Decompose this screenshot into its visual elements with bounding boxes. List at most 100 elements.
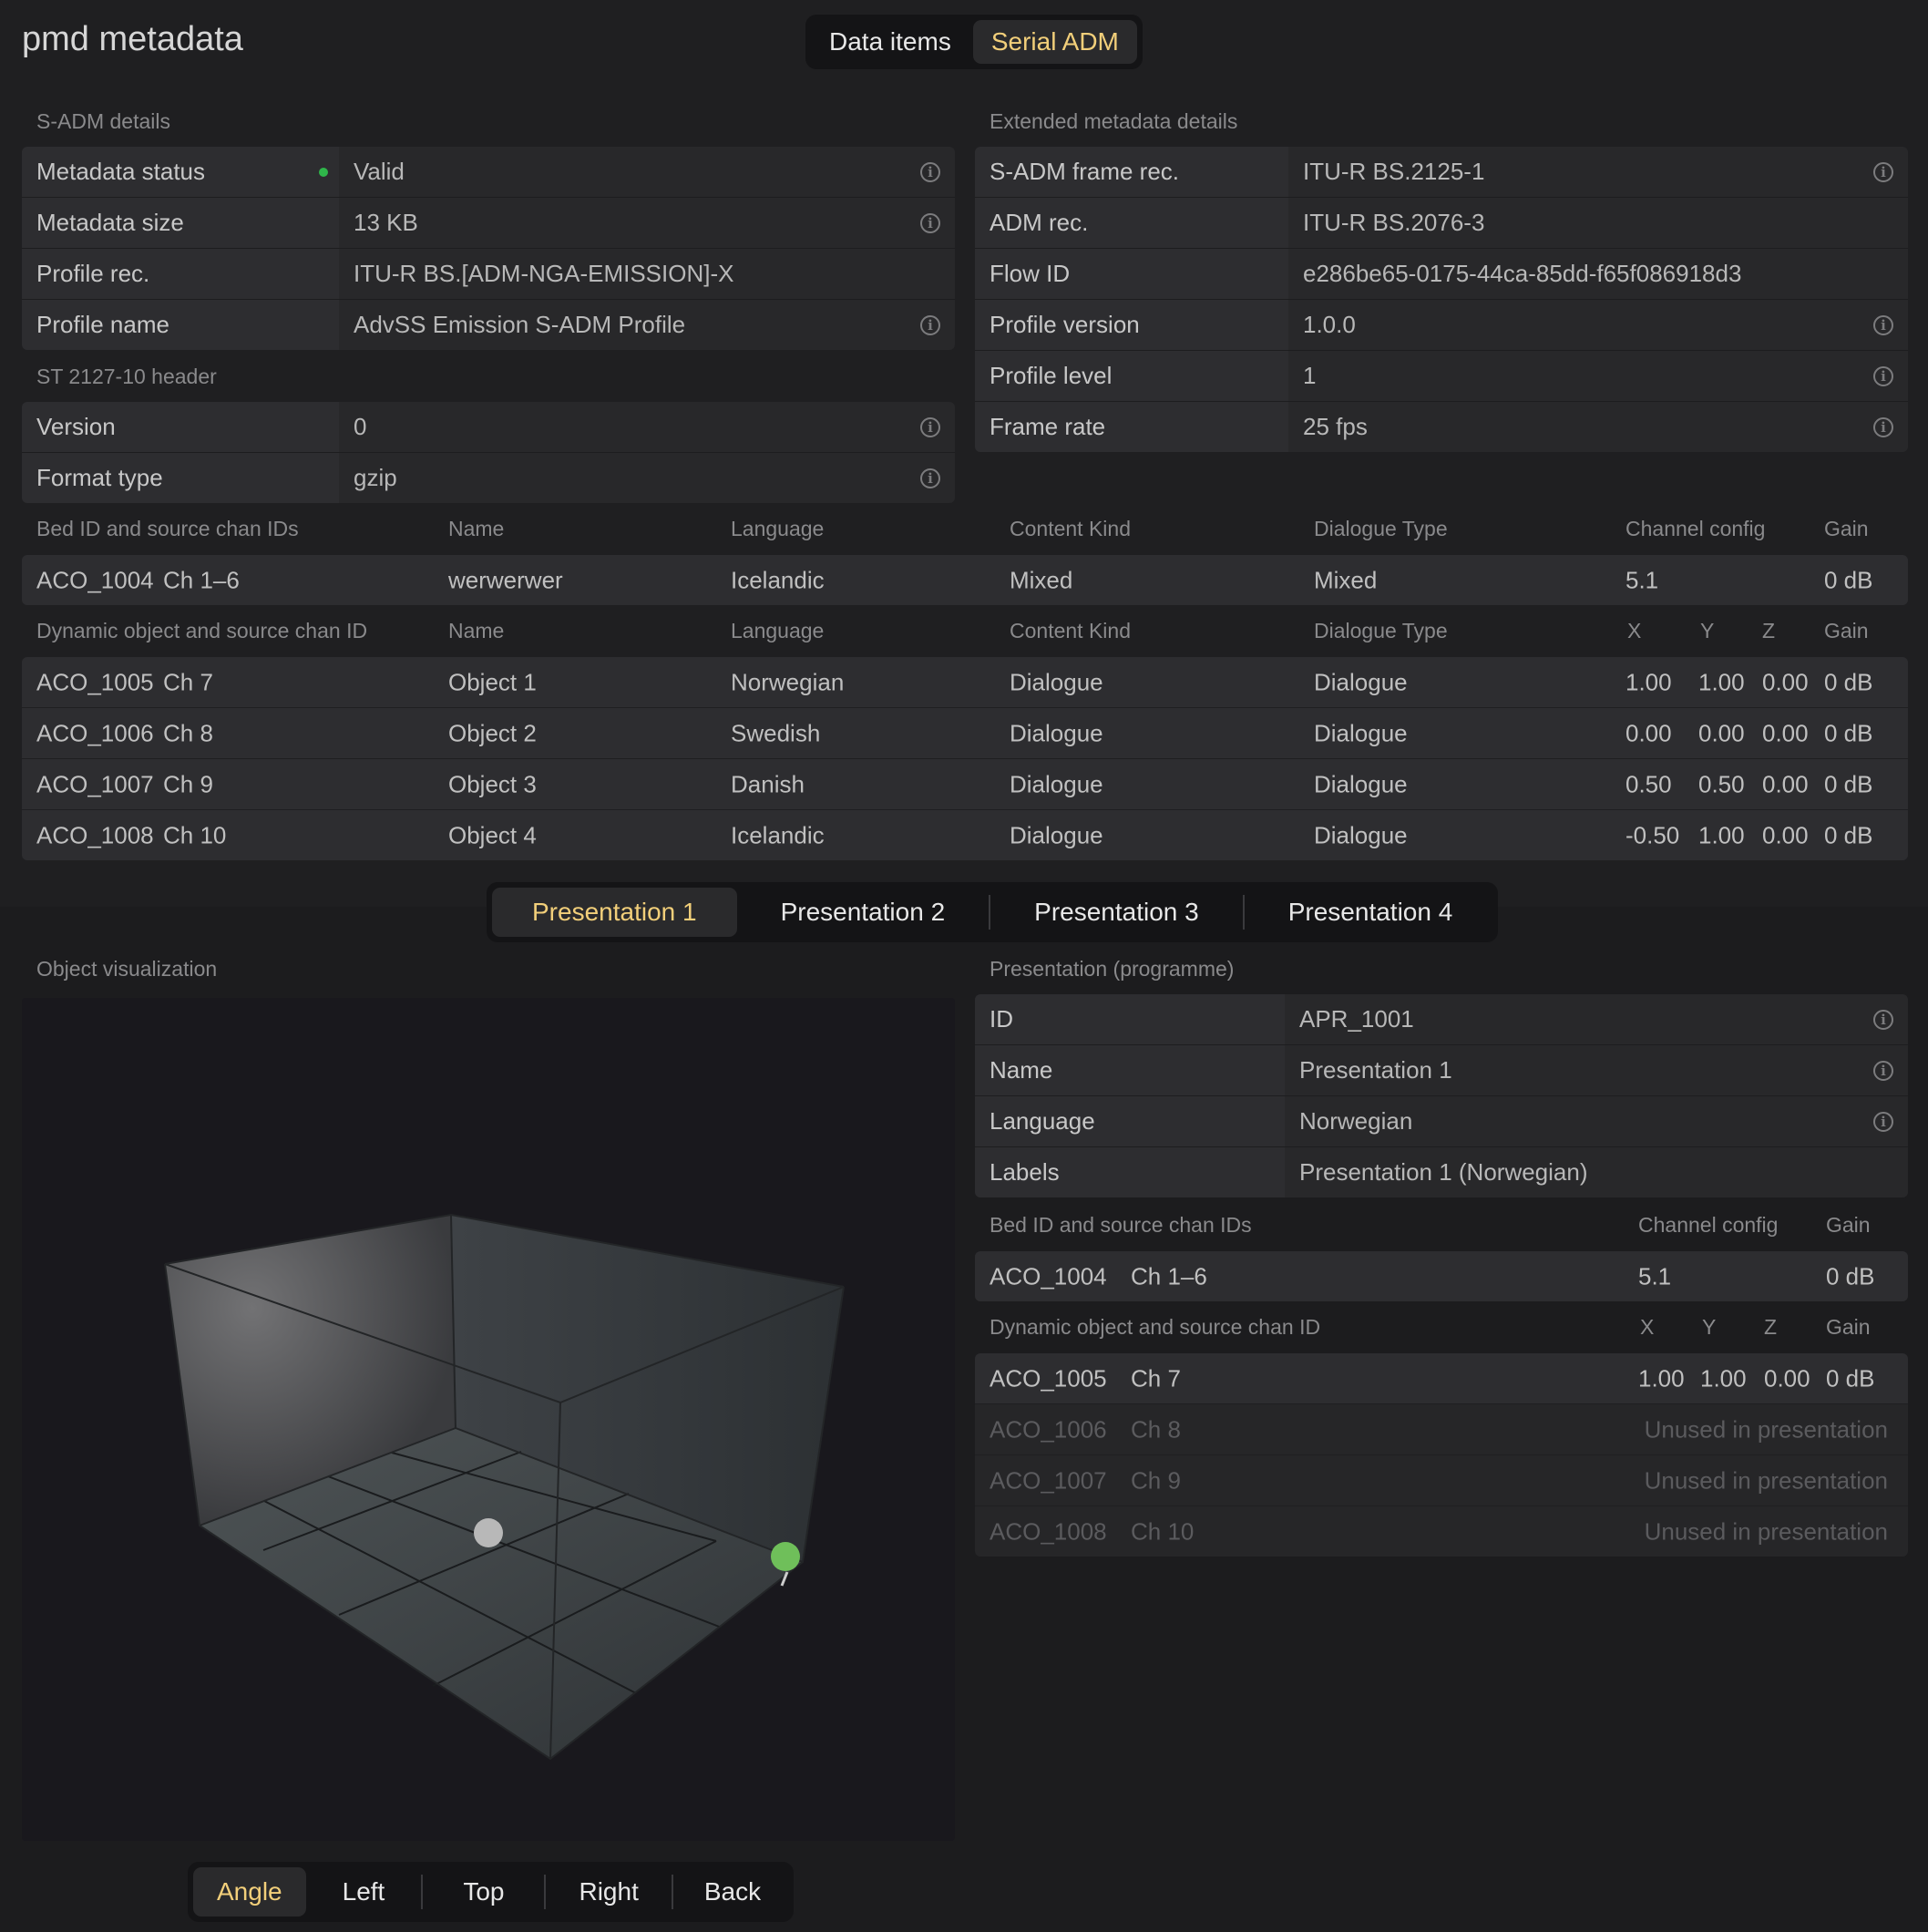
col-language: Language [731, 517, 825, 540]
tab-presentation-3[interactable]: Presentation 3 [994, 888, 1239, 937]
col-gain: Gain [1824, 517, 1869, 540]
info-icon[interactable]: i [920, 416, 940, 437]
row-value: Norwegian [1299, 1107, 1413, 1135]
object-language: Danish [731, 770, 805, 797]
object-marker-inactive[interactable] [474, 1518, 503, 1547]
app-title: pmd metadata [22, 20, 243, 58]
table-row[interactable]: ACO_1005 Ch 7 1.00 1.00 0.00 0 dB [975, 1353, 1908, 1404]
row-key: Flow ID [990, 260, 1071, 287]
row-value: 1 [1303, 362, 1317, 389]
info-icon[interactable]: i [1873, 314, 1893, 335]
table-row[interactable]: ACO_1004 Ch 1–6 werwerwer Icelandic Mixe… [22, 555, 1908, 605]
col-bed-id: Bed ID and source chan IDs [990, 1213, 1252, 1237]
table-row[interactable]: ACO_1008 Ch 10 Unused in presentation [975, 1506, 1908, 1557]
table-row[interactable]: ACO_1007 Ch 9 Object 3 Danish Dialogue D… [22, 759, 1908, 810]
source-channel: Ch 8 [1131, 1415, 1181, 1443]
room-3d-view [164, 1214, 845, 1761]
col-channel-config: Channel config [1638, 1213, 1779, 1237]
source-channel: Ch 10 [163, 821, 227, 848]
col-gain: Gain [1826, 1315, 1871, 1339]
info-icon[interactable]: i [1873, 416, 1893, 437]
ext-row-flow-id: Flow ID e286be65-0175-44ca-85dd-f65f0869… [975, 249, 1908, 300]
object-table: ACO_1005 Ch 7 Object 1 Norwegian Dialogu… [22, 657, 1908, 860]
row-value: ITU-R BS.2125-1 [1303, 158, 1485, 185]
object-y: 1.00 [1698, 821, 1745, 848]
object-table-header: Dynamic object and source chan ID Name L… [22, 619, 1908, 646]
pres-object-table: ACO_1005 Ch 7 1.00 1.00 0.00 0 dB ACO_10… [975, 1353, 1908, 1557]
info-icon[interactable]: i [1873, 1009, 1893, 1030]
ext-row-profile-level: Profile level 1 i [975, 351, 1908, 402]
unused-status: Unused in presentation [1644, 1415, 1888, 1443]
col-name: Name [448, 619, 505, 642]
bed-id: ACO_1004 [990, 1262, 1107, 1290]
table-row[interactable]: ACO_1006 Ch 8 Unused in presentation [975, 1404, 1908, 1455]
table-row[interactable]: ACO_1005 Ch 7 Object 1 Norwegian Dialogu… [22, 657, 1908, 708]
row-key: Profile version [990, 311, 1140, 338]
table-row[interactable]: ACO_1004 Ch 1–6 5.1 0 dB [975, 1251, 1908, 1301]
object-gain: 0 dB [1824, 821, 1873, 848]
bed-table: ACO_1004 Ch 1–6 werwerwer Icelandic Mixe… [22, 555, 1908, 605]
info-icon[interactable]: i [1873, 161, 1893, 182]
object-y: 1.00 [1698, 668, 1745, 695]
info-icon[interactable]: i [1873, 365, 1893, 386]
tab-divider [544, 1875, 547, 1909]
object-y: 0.00 [1698, 719, 1745, 746]
object-marker-active[interactable] [771, 1542, 800, 1571]
view-right-button[interactable]: Right [549, 1867, 667, 1917]
source-channels: Ch 1–6 [163, 566, 240, 593]
info-icon[interactable]: i [920, 161, 940, 182]
table-row[interactable]: ACO_1008 Ch 10 Object 4 Icelandic Dialog… [22, 810, 1908, 860]
object-x: -0.50 [1625, 821, 1680, 848]
object-x: 0.50 [1625, 770, 1672, 797]
tab-presentation-4[interactable]: Presentation 4 [1248, 888, 1493, 937]
info-icon[interactable]: i [1873, 1060, 1893, 1081]
tab-presentation-1[interactable]: Presentation 1 [492, 888, 737, 937]
object-id: ACO_1006 [990, 1415, 1107, 1443]
object-content-kind: Dialogue [1010, 719, 1103, 746]
sadm-details-label: S-ADM details [36, 109, 170, 133]
col-dialogue-type: Dialogue Type [1314, 517, 1448, 540]
bed-channel-config: 5.1 [1638, 1262, 1672, 1290]
row-key: S-ADM frame rec. [990, 158, 1180, 185]
bed-id: ACO_1004 [36, 566, 154, 593]
tab-serial-adm[interactable]: Serial ADM [972, 20, 1137, 64]
col-name: Name [448, 517, 505, 540]
view-angle-button[interactable]: Angle [193, 1867, 306, 1917]
table-row[interactable]: ACO_1007 Ch 9 Unused in presentation [975, 1455, 1908, 1506]
bed-gain: 0 dB [1826, 1262, 1875, 1290]
view-back-button[interactable]: Back [677, 1867, 788, 1917]
row-value: APR_1001 [1299, 1005, 1414, 1033]
row-key: Frame rate [990, 413, 1106, 440]
ext-row-adm-rec: ADM rec. ITU-R BS.2076-3 [975, 198, 1908, 249]
info-icon[interactable]: i [920, 212, 940, 233]
object-x: 0.00 [1625, 719, 1672, 746]
object-name: Object 2 [448, 719, 537, 746]
row-value: 13 KB [354, 209, 418, 236]
tab-data-items[interactable]: Data items [811, 20, 969, 64]
info-icon[interactable]: i [920, 314, 940, 335]
col-y: Y [1700, 619, 1715, 642]
view-left-button[interactable]: Left [310, 1867, 418, 1917]
ext-row-frame-rec: S-ADM frame rec. ITU-R BS.2125-1 i [975, 147, 1908, 198]
info-icon[interactable]: i [1873, 1111, 1893, 1132]
row-value: gzip [354, 464, 397, 491]
source-channels: Ch 1–6 [1131, 1262, 1207, 1290]
tab-presentation-2[interactable]: Presentation 2 [741, 888, 986, 937]
pres-bed-table-header: Bed ID and source chan IDs Channel confi… [975, 1213, 1908, 1240]
object-dialogue-type: Dialogue [1314, 821, 1408, 848]
object-z: 0.00 [1762, 821, 1809, 848]
object-visualization-canvas[interactable] [22, 998, 955, 1841]
presentation-tab-bar: Presentation 1 Presentation 2 Presentati… [487, 882, 1499, 942]
extended-details-label: Extended metadata details [990, 109, 1238, 133]
object-language: Icelandic [731, 821, 825, 848]
object-content-kind: Dialogue [1010, 821, 1103, 848]
info-icon[interactable]: i [920, 468, 940, 488]
table-row[interactable]: ACO_1006 Ch 8 Object 2 Swedish Dialogue … [22, 708, 1908, 759]
object-name: Object 3 [448, 770, 537, 797]
pres-bed-table: ACO_1004 Ch 1–6 5.1 0 dB [975, 1251, 1908, 1301]
object-id: ACO_1007 [990, 1466, 1107, 1494]
col-y: Y [1702, 1315, 1717, 1339]
col-content-kind: Content Kind [1010, 619, 1131, 642]
view-top-button[interactable]: Top [426, 1867, 540, 1917]
bed-gain: 0 dB [1824, 566, 1873, 593]
